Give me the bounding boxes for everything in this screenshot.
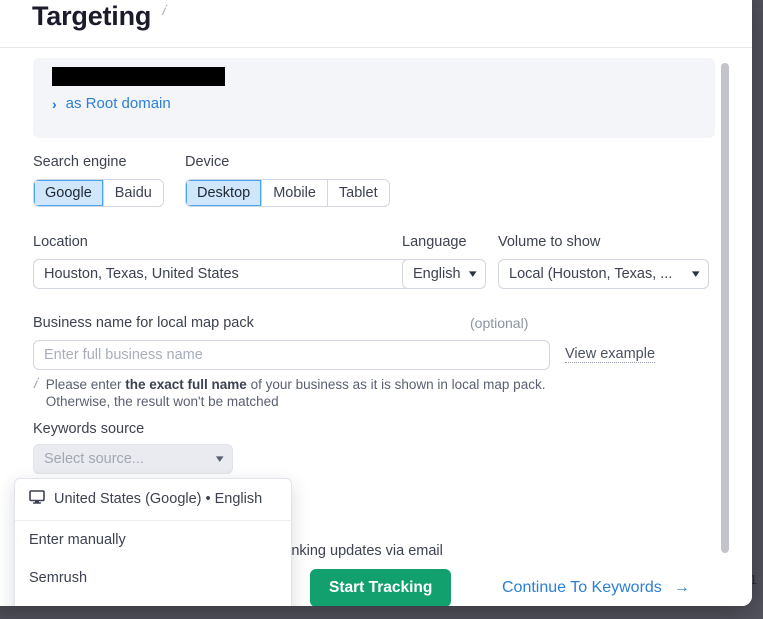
menu-header-label: United States (Google) • English (54, 491, 262, 507)
keywords-source-menu: United States (Google) • English Enter m… (14, 478, 292, 606)
modal-header: Targeting 𝑖 (0, 0, 752, 48)
device-toggle[interactable]: Desktop Mobile Tablet (185, 179, 390, 207)
start-tracking-button[interactable]: Start Tracking (310, 569, 451, 606)
device-option-mobile[interactable]: Mobile (262, 180, 328, 206)
arrow-right-icon: → (674, 579, 690, 597)
view-example-link[interactable]: View example (565, 345, 655, 363)
business-name-optional-tag: (optional) (470, 315, 528, 333)
volume-label: Volume to show (498, 233, 600, 251)
domain-name-redacted (52, 67, 225, 86)
device-label: Device (185, 153, 229, 171)
language-label: Language (402, 233, 467, 251)
menu-item-google-analytics[interactable]: Google Analytics (15, 597, 291, 606)
search-engine-option-google[interactable]: Google (34, 180, 104, 206)
keywords-source-value: Select source... (44, 451, 144, 467)
page-title: Targeting (32, 3, 151, 30)
chevron-down-icon: ▾ (216, 454, 224, 465)
root-domain-label: as Root domain (66, 95, 171, 112)
business-name-input[interactable] (33, 340, 550, 370)
continue-to-keywords-link[interactable]: Continue To Keywords → (502, 579, 690, 597)
language-value: English (413, 266, 461, 282)
scrollbar-thumb[interactable] (721, 63, 729, 553)
location-label: Location (33, 233, 88, 251)
domain-panel: › as Root domain (33, 58, 715, 138)
desktop-icon (29, 489, 45, 509)
root-domain-link[interactable]: › as Root domain (52, 95, 171, 112)
chevron-right-icon: › (52, 97, 57, 111)
keywords-source-select[interactable]: Select source... ▾ (33, 444, 233, 474)
search-engine-label: Search engine (33, 153, 127, 171)
hint-text-bold: the exact full name (125, 377, 247, 392)
location-input[interactable] (33, 259, 415, 289)
device-option-desktop[interactable]: Desktop (186, 180, 262, 206)
info-icon[interactable]: 𝑖 (161, 4, 165, 20)
business-name-hint: 𝑖 Please enter the exact full name of yo… (33, 376, 593, 410)
volume-select[interactable]: Local (Houston, Texas, ... ▾ (498, 259, 709, 289)
volume-value: Local (Houston, Texas, ... (509, 266, 672, 282)
targeting-modal: Targeting 𝑖 › as Root domain Search engi… (0, 0, 752, 606)
modal-body: › as Root domain Search engine Google Ba… (0, 48, 752, 606)
scrollbar[interactable] (720, 48, 730, 606)
device-option-tablet[interactable]: Tablet (328, 180, 389, 206)
keywords-source-label: Keywords source (33, 420, 144, 438)
hint-text: Please enter the exact full name of your… (46, 376, 593, 410)
business-name-label: Business name for local map pack (33, 314, 254, 332)
search-engine-toggle[interactable]: Google Baidu (33, 179, 164, 207)
chevron-down-icon: ▾ (469, 269, 477, 280)
menu-item-semrush[interactable]: Semrush (15, 559, 291, 597)
chevron-down-icon: ▾ (692, 269, 700, 280)
menu-item-enter-manually[interactable]: Enter manually (15, 521, 291, 559)
language-select[interactable]: English ▾ (402, 259, 486, 289)
search-engine-option-baidu[interactable]: Baidu (104, 180, 163, 206)
menu-header-current-target[interactable]: United States (Google) • English (15, 479, 291, 521)
hint-text-before: Please enter (46, 377, 126, 392)
info-icon: 𝑖 (33, 376, 37, 410)
continue-label: Continue To Keywords (502, 579, 662, 597)
